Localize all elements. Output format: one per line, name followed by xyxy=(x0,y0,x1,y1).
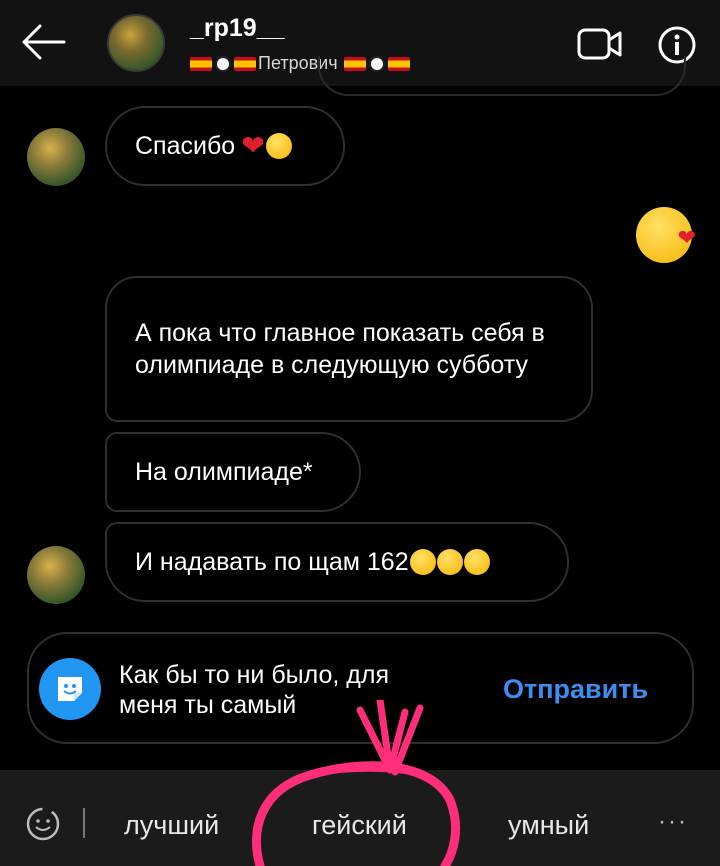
send-button[interactable]: Отправить xyxy=(503,674,648,705)
composer-text[interactable]: Как бы то ни было, для меня ты самый xyxy=(119,660,439,720)
divider xyxy=(83,808,85,838)
sender-avatar xyxy=(27,546,85,604)
message-composer[interactable]: Как бы то ни было, для меня ты самый Отп… xyxy=(27,632,694,744)
previous-message-bubble xyxy=(318,56,686,96)
suggestion-word[interactable]: умный xyxy=(508,810,589,841)
message-text: На олимпиаде* xyxy=(135,458,313,486)
message-bubble[interactable]: И надавать по щам 162 xyxy=(105,522,569,602)
message-bubble[interactable]: А пока что главное показать себя в олимп… xyxy=(105,276,593,422)
suggestion-word[interactable]: гейский xyxy=(312,810,407,841)
red-heart-icon: ❤ xyxy=(241,130,265,161)
soccer-ball-icon xyxy=(215,55,231,72)
spain-flag-icon xyxy=(234,56,256,71)
more-suggestions-icon[interactable]: ··· xyxy=(658,808,688,836)
kissing-face-icon[interactable]: ❤ xyxy=(636,207,696,263)
message-text: А пока что главное показать себя в олимп… xyxy=(135,319,545,379)
laughing-face-icon xyxy=(409,549,436,575)
emoji-switch-icon[interactable] xyxy=(24,805,62,843)
keyboard-suggestion-bar: лучший гейский умный ··· xyxy=(0,770,720,866)
laughing-face-icon xyxy=(463,549,490,575)
sticker-icon[interactable] xyxy=(39,658,101,720)
contact-username[interactable]: _rp19__ xyxy=(190,14,285,43)
laughing-face-icon xyxy=(436,549,463,575)
contact-avatar[interactable] xyxy=(107,14,165,72)
message-bubble[interactable]: На олимпиаде* xyxy=(105,432,361,512)
suggestion-word[interactable]: лучший xyxy=(124,810,219,841)
kissing-face-icon xyxy=(265,133,292,159)
back-arrow-icon[interactable] xyxy=(20,24,66,60)
red-heart-icon: ❤ xyxy=(677,225,696,250)
spain-flag-icon xyxy=(190,56,212,71)
message-bubble[interactable]: Спасибо ❤ xyxy=(105,106,345,186)
message-text: И надавать по щам 162 xyxy=(135,548,409,576)
message-text: Спасибо xyxy=(135,132,236,160)
sender-avatar xyxy=(27,128,85,186)
